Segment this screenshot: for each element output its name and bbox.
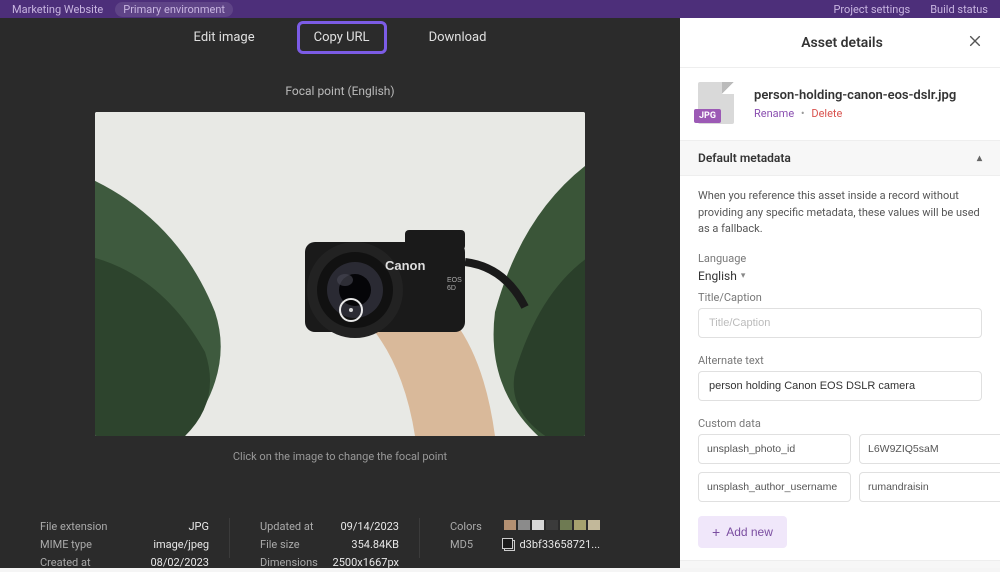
svg-text:EOS: EOS xyxy=(447,277,462,284)
details-header: Asset details xyxy=(680,18,1000,68)
modal-action-bar: Edit image Copy URL Download xyxy=(0,18,680,56)
alt-text-label: Alternate text xyxy=(698,354,982,367)
chevron-up-icon: ▴ xyxy=(977,153,982,164)
color-swatch[interactable] xyxy=(504,520,516,530)
details-title: Asset details xyxy=(801,35,883,51)
environment-badge[interactable]: Primary environment xyxy=(115,2,233,17)
default-metadata-title: Default metadata xyxy=(698,151,791,165)
chevron-down-icon: ▾ xyxy=(741,271,746,281)
file-summary: JPG person-holding-canon-eos-dslr.jpg Re… xyxy=(680,68,1000,140)
language-select[interactable]: English ▾ xyxy=(698,269,982,283)
app-topbar: Marketing Website Primary environment Pr… xyxy=(0,0,1000,18)
alt-text-input[interactable] xyxy=(698,371,982,401)
custom-value-input[interactable] xyxy=(859,472,1000,502)
dimensions-label: Dimensions xyxy=(260,554,318,572)
svg-text:Canon: Canon xyxy=(385,258,426,273)
copy-icon[interactable] xyxy=(504,540,515,551)
close-button[interactable] xyxy=(968,32,982,53)
custom-key-input[interactable] xyxy=(698,472,851,502)
plus-icon: + xyxy=(712,524,720,540)
add-new-button[interactable]: + Add new xyxy=(698,516,787,548)
image-preview[interactable]: Canon EOS 6D xyxy=(95,112,585,436)
separator-dot: • xyxy=(801,107,805,120)
md5-value: d3bf33658721... xyxy=(519,536,600,554)
default-metadata-body: When you reference this asset inside a r… xyxy=(680,176,1000,560)
color-swatch[interactable] xyxy=(532,520,544,530)
created-value: 08/02/2023 xyxy=(150,554,209,572)
close-icon xyxy=(968,34,982,48)
asset-details-panel: Asset details JPG person-holding-canon-e… xyxy=(680,18,1000,568)
language-label: Language xyxy=(698,252,982,265)
edit-image-button[interactable]: Edit image xyxy=(180,24,269,51)
svg-text:6D: 6D xyxy=(447,285,456,292)
default-metadata-desc: When you reference this asset inside a r… xyxy=(698,188,982,238)
project-settings-link[interactable]: Project settings xyxy=(833,3,910,16)
custom-key-input[interactable] xyxy=(698,434,851,464)
download-button[interactable]: Download xyxy=(415,24,501,51)
default-metadata-header[interactable]: Default metadata ▴ xyxy=(680,140,1000,176)
color-swatch[interactable] xyxy=(574,520,586,530)
file-icon: JPG xyxy=(698,82,742,126)
custom-data-row xyxy=(698,472,982,502)
file-type-badge: JPG xyxy=(694,109,721,123)
custom-value-input[interactable] xyxy=(859,434,1000,464)
image-editor-modal: Edit image Copy URL Download Focal point… xyxy=(0,18,680,568)
focal-point-help-text: Click on the image to change the focal p… xyxy=(0,450,680,463)
filesize-label: File size xyxy=(260,536,300,554)
dimensions-value: 2500x1667px xyxy=(333,554,399,572)
mime-label: MIME type xyxy=(40,536,92,554)
file-ext-value: JPG xyxy=(188,518,209,536)
custom-data-label: Custom data xyxy=(698,417,982,430)
copy-url-button[interactable]: Copy URL xyxy=(297,21,387,54)
color-swatch[interactable] xyxy=(560,520,572,530)
mime-value: image/jpeg xyxy=(153,536,209,554)
colors-label: Colors xyxy=(450,518,482,536)
title-caption-label: Title/Caption xyxy=(698,291,982,304)
color-swatch[interactable] xyxy=(518,520,530,530)
filesize-value: 354.84KB xyxy=(351,536,399,554)
custom-data-row xyxy=(698,434,982,464)
build-status-link[interactable]: Build status xyxy=(930,3,988,16)
add-new-label: Add new xyxy=(726,525,773,539)
file-name: person-holding-canon-eos-dslr.jpg xyxy=(754,88,956,103)
image-meta-strip: File extensionJPG MIME typeimage/jpeg Cr… xyxy=(0,508,680,568)
focal-point-marker[interactable] xyxy=(339,298,363,322)
created-label: Created at xyxy=(40,554,91,572)
delete-link[interactable]: Delete xyxy=(811,107,842,120)
updated-label: Updated at xyxy=(260,518,313,536)
rename-link[interactable]: Rename xyxy=(754,107,794,120)
file-ext-label: File extension xyxy=(40,518,108,536)
color-swatch[interactable] xyxy=(588,520,600,530)
color-swatch[interactable] xyxy=(546,520,558,530)
md5-label: MD5 xyxy=(450,536,473,554)
title-caption-input[interactable] xyxy=(698,308,982,338)
color-swatches xyxy=(504,520,600,530)
project-name: Marketing Website xyxy=(12,3,103,16)
focal-point-label: Focal point (English) xyxy=(0,84,680,98)
updated-value: 09/14/2023 xyxy=(340,518,399,536)
categorization-header[interactable]: Categorization ▴ xyxy=(680,560,1000,569)
